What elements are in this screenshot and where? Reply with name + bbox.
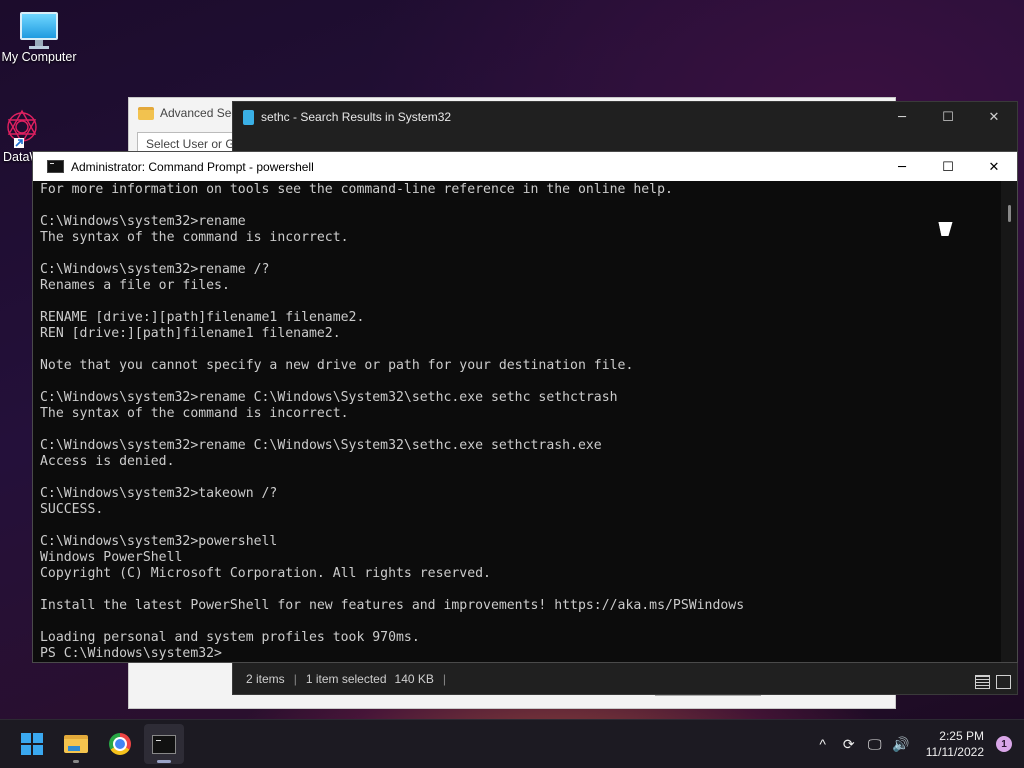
search-results-icon <box>243 109 254 125</box>
console-line: Copyright (C) Microsoft Corporation. All… <box>40 566 491 581</box>
sync-icon[interactable]: ⟳ <box>838 733 860 755</box>
console-line: The syntax of the command is incorrect. <box>40 406 349 421</box>
terminal-icon <box>152 734 176 754</box>
file-explorer-icon <box>64 735 88 753</box>
notification-badge[interactable]: 1 <box>996 736 1012 752</box>
clock-time: 2:25 PM <box>939 729 984 743</box>
console-line: For more information on tools see the co… <box>40 182 673 197</box>
console-line: Renames a file or files. <box>40 278 230 293</box>
console-line: C:\Windows\system32>takeown /? <box>40 486 278 501</box>
status-separator: | <box>442 672 447 686</box>
console-line: C:\Windows\system32>rename /? <box>40 262 270 277</box>
folder-icon <box>138 106 154 120</box>
close-button[interactable]: ✕ <box>971 152 1017 182</box>
command-prompt-window[interactable]: Administrator: Command Prompt - powershe… <box>32 151 1018 663</box>
console-line: Windows PowerShell <box>40 550 183 565</box>
window-title: Advanced Sec <box>160 106 238 120</box>
file-explorer-button[interactable] <box>56 724 96 764</box>
desktop-icon-label: My Computer <box>1 50 77 64</box>
minimize-button[interactable]: ─ <box>879 102 925 132</box>
window-title: sethc - Search Results in System32 <box>261 110 452 124</box>
mouse-cursor-icon <box>938 222 956 236</box>
chevron-up-icon[interactable]: ^ <box>812 733 834 755</box>
volume-icon[interactable]: 🔊 <box>890 733 912 755</box>
scrollbar-thumb[interactable] <box>1008 205 1011 222</box>
console-line: Note that you cannot specify a new drive… <box>40 358 634 373</box>
selected-size: 140 KB <box>394 672 434 686</box>
status-separator: | <box>293 672 297 686</box>
large-icons-view-icon[interactable] <box>996 675 1011 689</box>
console-line: C:\Windows\system32>rename C:\Windows\Sy… <box>40 390 618 405</box>
console-line: RENAME [drive:][path]filename1 filename2… <box>40 310 365 325</box>
clock-date: 11/11/2022 <box>925 745 984 759</box>
close-button[interactable]: ✕ <box>971 102 1017 132</box>
console-line: C:\Windows\system32>powershell <box>40 534 278 549</box>
chrome-button[interactable] <box>100 724 140 764</box>
desktop-icon-my-computer[interactable]: My Computer <box>0 10 78 64</box>
selected-count: 1 item selected <box>305 672 387 686</box>
terminal-button[interactable] <box>144 724 184 764</box>
cmd-icon <box>47 160 64 173</box>
console-line: REN [drive:][path]filename1 filename2. <box>40 326 341 341</box>
console-line: Loading personal and system profiles too… <box>40 630 420 645</box>
details-view-icon[interactable] <box>975 675 990 689</box>
status-bar: 2 items | 1 item selected 140 KB | <box>233 664 1017 694</box>
maximize-button[interactable]: ☐ <box>925 102 971 132</box>
clock[interactable]: 2:25 PM 11/11/2022 <box>926 728 984 760</box>
item-count: 2 items <box>246 672 285 686</box>
console-line: SUCCESS. <box>40 502 104 517</box>
datawrapper-icon <box>0 106 40 150</box>
console-line: Install the latest PowerShell for new fe… <box>40 598 745 613</box>
chrome-icon <box>109 733 131 755</box>
start-button[interactable] <box>12 724 52 764</box>
window-title: Administrator: Command Prompt - powershe… <box>71 159 314 174</box>
window-titlebar[interactable]: Administrator: Command Prompt - powershe… <box>33 152 1017 181</box>
maximize-button[interactable]: ☐ <box>925 152 971 182</box>
minimize-button[interactable]: ─ <box>879 152 925 182</box>
start-icon <box>21 733 43 755</box>
monitor-icon <box>19 10 59 50</box>
console-line: PS C:\Windows\system32> <box>40 646 222 661</box>
console-line: Access is denied. <box>40 454 175 469</box>
console-output[interactable]: For more information on tools see the co… <box>40 181 999 662</box>
scrollbar[interactable] <box>1001 181 1017 662</box>
console-line: The syntax of the command is incorrect. <box>40 230 349 245</box>
network-icon[interactable]: 🖵 <box>864 733 886 755</box>
console-line: C:\Windows\system32>rename <box>40 214 246 229</box>
taskbar: ^ ⟳ 🖵 🔊 2:25 PM 11/11/2022 1 <box>0 719 1024 768</box>
system-tray: ^ ⟳ 🖵 🔊 2:25 PM 11/11/2022 1 <box>812 720 1012 768</box>
console-line: C:\Windows\system32>rename C:\Windows\Sy… <box>40 438 602 453</box>
window-titlebar[interactable]: sethc - Search Results in System32 ─ ☐ ✕ <box>233 102 1017 132</box>
